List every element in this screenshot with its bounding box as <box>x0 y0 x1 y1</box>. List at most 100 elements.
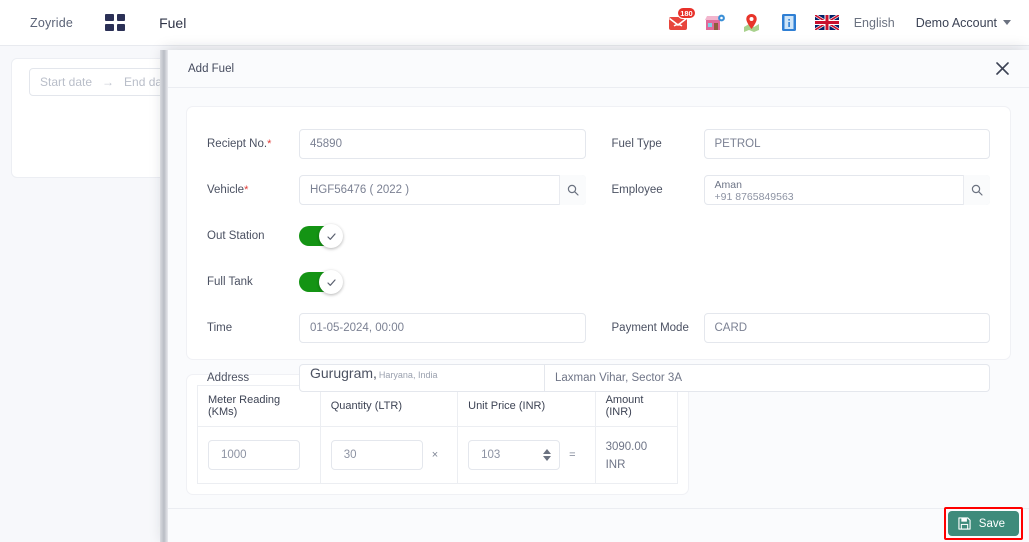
address-controls: Gurugram, Haryana, India Laxman Vihar, S… <box>299 364 990 392</box>
start-date-input[interactable]: Start date <box>40 75 92 89</box>
vehicle-input[interactable]: HGF56476 ( 2022 ) <box>299 175 586 205</box>
field-vehicle: Vehicle* HGF56476 ( 2022 ) <box>207 173 586 207</box>
full-tank-toggle[interactable] <box>299 270 343 294</box>
table-row: 1000 30 × 103 = 3090.00 INR <box>197 426 679 484</box>
form-grid: Reciept No.* 45890 Fuel Type PETROL Vehi… <box>207 127 990 357</box>
fuel-type-control: PETROL <box>703 129 990 159</box>
spacer-cell <box>612 265 991 311</box>
time-label: Time <box>207 322 233 334</box>
search-icon <box>567 184 579 196</box>
payment-mode-label: Payment Mode <box>611 322 689 334</box>
field-receipt-no: Reciept No.* 45890 <box>207 127 586 161</box>
stepper-arrows-icon[interactable] <box>543 449 552 461</box>
full-tank-label: Full Tank <box>207 276 253 288</box>
meter-reading-input[interactable]: 1000 <box>208 440 300 470</box>
toggle-knob <box>319 224 343 248</box>
vehicle-label: Vehicle* <box>207 184 299 196</box>
unit-price-group: 103 = <box>468 440 584 470</box>
fuel-readings-table: Meter Reading (KMs) Quantity (LTR) Unit … <box>197 385 679 484</box>
brand-logo[interactable]: Zoyride <box>30 16 73 30</box>
cell-quantity: 30 × <box>320 426 459 484</box>
employee-label: Employee <box>611 184 663 196</box>
modal-footer <box>168 508 1029 542</box>
fuel-readings-card: Meter Reading (KMs) Quantity (LTR) Unit … <box>186 374 689 495</box>
vehicle-control: HGF56476 ( 2022 ) <box>299 175 586 205</box>
field-payment-mode: Payment Mode CARD <box>611 311 990 345</box>
unit-price-stepper[interactable]: 103 <box>468 440 561 470</box>
modal-body: Reciept No.* 45890 Fuel Type PETROL Vehi… <box>168 88 1029 508</box>
save-button-label: Save <box>978 517 1005 530</box>
field-fuel-type: Fuel Type PETROL <box>611 127 990 161</box>
modal-header: Add Fuel <box>168 50 1029 88</box>
time-control: 01-05-2024, 00:00 <box>299 313 586 343</box>
receipt-no-control: 45890 <box>299 129 586 159</box>
grid-apps-icon[interactable] <box>105 14 126 31</box>
floppy-save-icon <box>958 517 971 530</box>
navbar-right-cluster: 180 English Demo Account <box>667 6 1011 34</box>
modal-resize-grip[interactable] <box>160 50 168 542</box>
address-label: Address <box>207 372 250 384</box>
payment-mode-control: CARD <box>703 313 990 343</box>
vehicle-search-button[interactable] <box>558 175 586 205</box>
payment-mode-input[interactable]: CARD <box>703 313 990 343</box>
field-address: Address Gurugram, Haryana, India Laxman … <box>207 361 990 395</box>
quantity-group: 30 × <box>330 440 447 470</box>
top-navbar: Zoyride Fuel 180 English Demo Account <box>0 0 1029 46</box>
check-icon <box>326 232 336 240</box>
fuel-type-label: Fuel Type <box>611 138 662 150</box>
cell-meter-reading: 1000 <box>197 426 321 484</box>
fuel-type-input[interactable]: PETROL <box>703 129 990 159</box>
address-city: Gurugram, <box>310 365 377 381</box>
modal-title: Add Fuel <box>188 62 235 75</box>
page-title: Fuel <box>159 14 187 31</box>
employee-value: Aman +91 8765849563 <box>715 177 794 204</box>
required-asterisk: * <box>244 184 249 196</box>
map-pin-icon[interactable] <box>741 12 763 34</box>
receipt-no-input[interactable]: 45890 <box>299 129 586 159</box>
employee-name: Aman <box>714 178 742 191</box>
save-button-highlight: Save <box>943 507 1023 540</box>
account-label: Demo Account <box>915 15 997 30</box>
close-icon[interactable] <box>996 62 1009 75</box>
employee-phone: +91 8765849563 <box>714 190 794 203</box>
language-label[interactable]: English <box>854 16 895 30</box>
multiply-symbol: × <box>431 449 439 461</box>
out-station-label: Out Station <box>207 230 265 242</box>
save-button[interactable]: Save <box>947 511 1019 536</box>
receipt-no-label: Reciept No.* <box>207 138 299 150</box>
field-out-station: Out Station <box>207 219 586 253</box>
search-icon <box>971 184 983 196</box>
range-arrow-icon: → <box>102 75 115 89</box>
uk-flag-icon[interactable] <box>814 12 839 34</box>
app-root: Zoyride Fuel 180 English Demo Account St… <box>0 0 1029 542</box>
employee-control: Aman +91 8765849563 <box>703 175 990 205</box>
fuel-form-card: Reciept No.* 45890 Fuel Type PETROL Vehi… <box>186 106 1011 392</box>
add-fuel-modal: Add Fuel Reciept No.* 45890 Fuel Type PE… <box>160 50 1029 542</box>
info-book-icon[interactable] <box>778 12 800 34</box>
receipt-no-label-text: Reciept No. <box>207 138 268 150</box>
spacer-cell <box>612 219 991 265</box>
mail-icon[interactable]: 180 <box>667 6 696 34</box>
chevron-down-icon <box>1003 20 1011 25</box>
out-station-control <box>299 224 586 248</box>
vehicle-label-text: Vehicle <box>207 184 245 196</box>
employee-input[interactable]: Aman +91 8765849563 <box>703 175 990 205</box>
address-region: Haryana, India <box>378 370 438 380</box>
time-input[interactable]: 01-05-2024, 00:00 <box>299 313 586 343</box>
quantity-input[interactable]: 30 <box>330 440 423 470</box>
required-asterisk: * <box>267 138 272 150</box>
address-line-input[interactable]: Laxman Vihar, Sector 3A <box>545 364 990 392</box>
amount-value: 3090.00 INR <box>605 441 648 471</box>
out-station-toggle[interactable] <box>299 224 343 248</box>
field-full-tank: Full Tank <box>207 265 586 299</box>
mail-badge-count: 180 <box>677 6 696 19</box>
field-employee: Employee Aman +91 8765849563 <box>611 173 990 207</box>
address-city-input[interactable]: Gurugram, Haryana, India <box>299 364 545 392</box>
unit-price-value: 103 <box>481 449 501 461</box>
cell-unit-price: 103 = <box>457 426 596 484</box>
cell-amount: 3090.00 INR <box>595 426 679 484</box>
store-icon[interactable] <box>704 12 726 34</box>
account-menu[interactable]: Demo Account <box>916 16 1011 30</box>
field-time: Time 01-05-2024, 00:00 <box>207 311 586 345</box>
employee-search-button[interactable] <box>963 175 990 205</box>
